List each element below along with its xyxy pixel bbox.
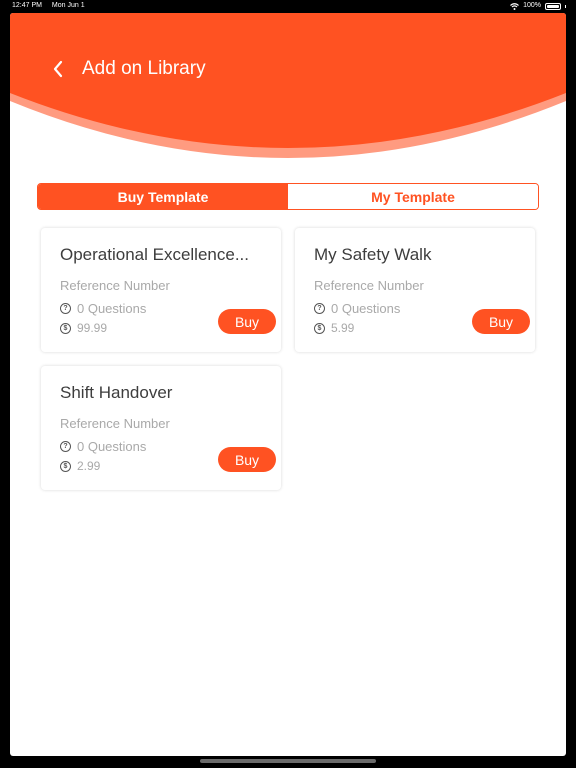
questions-count: 0 Questions [77, 301, 147, 316]
price-row: $ 2.99 [60, 459, 100, 473]
tab-buy-template[interactable]: Buy Template [38, 184, 288, 209]
question-icon: ? [60, 303, 71, 314]
template-card[interactable]: My Safety Walk Reference Number ? 0 Ques… [295, 228, 535, 352]
tab-my-template[interactable]: My Template [288, 184, 538, 209]
reference-number-label: Reference Number [60, 416, 170, 431]
home-indicator[interactable] [200, 759, 376, 763]
chevron-left-icon [53, 60, 63, 78]
questions-row: ? 0 Questions [314, 301, 400, 316]
template-card[interactable]: Operational Excellence... Reference Numb… [41, 228, 281, 352]
questions-row: ? 0 Questions [60, 301, 146, 316]
questions-count: 0 Questions [77, 439, 147, 454]
template-title: Operational Excellence... [60, 245, 249, 264]
dollar-icon: $ [60, 460, 71, 472]
template-title: My Safety Walk [314, 245, 432, 264]
price-value: 5.99 [331, 321, 355, 335]
reference-number-label: Reference Number [60, 278, 170, 293]
wifi-icon [510, 2, 520, 10]
template-segmented-control: Buy Template My Template [37, 183, 539, 210]
question-icon: ? [60, 441, 71, 452]
price-value: 2.99 [77, 459, 101, 473]
price-row: $ 5.99 [314, 321, 354, 335]
status-bar: 12:47 PM Mon Jun 1 100% [0, 0, 576, 12]
back-button[interactable] [48, 57, 68, 81]
status-date: Mon Jun 1 [51, 2, 85, 9]
battery-tip [565, 4, 566, 8]
battery-percent: 100% [523, 2, 541, 9]
question-icon: ? [314, 303, 325, 314]
questions-count: 0 Questions [331, 301, 401, 316]
status-time: 12:47 PM [12, 2, 42, 9]
buy-button[interactable]: Buy [218, 447, 276, 472]
price-value: 99.99 [77, 321, 108, 335]
page-title: Add on Library [82, 58, 206, 79]
dollar-icon: $ [60, 322, 71, 334]
price-row: $ 99.99 [60, 321, 107, 335]
battery-icon [545, 2, 561, 10]
app-screen: Add on Library Buy Template My Template … [10, 13, 566, 756]
template-card[interactable]: Shift Handover Reference Number ? 0 Ques… [41, 366, 281, 490]
dollar-icon: $ [314, 322, 325, 334]
header-banner [10, 13, 566, 158]
reference-number-label: Reference Number [314, 278, 424, 293]
buy-button[interactable]: Buy [218, 309, 276, 334]
template-title: Shift Handover [60, 383, 173, 402]
questions-row: ? 0 Questions [60, 439, 146, 454]
buy-button[interactable]: Buy [472, 309, 530, 334]
